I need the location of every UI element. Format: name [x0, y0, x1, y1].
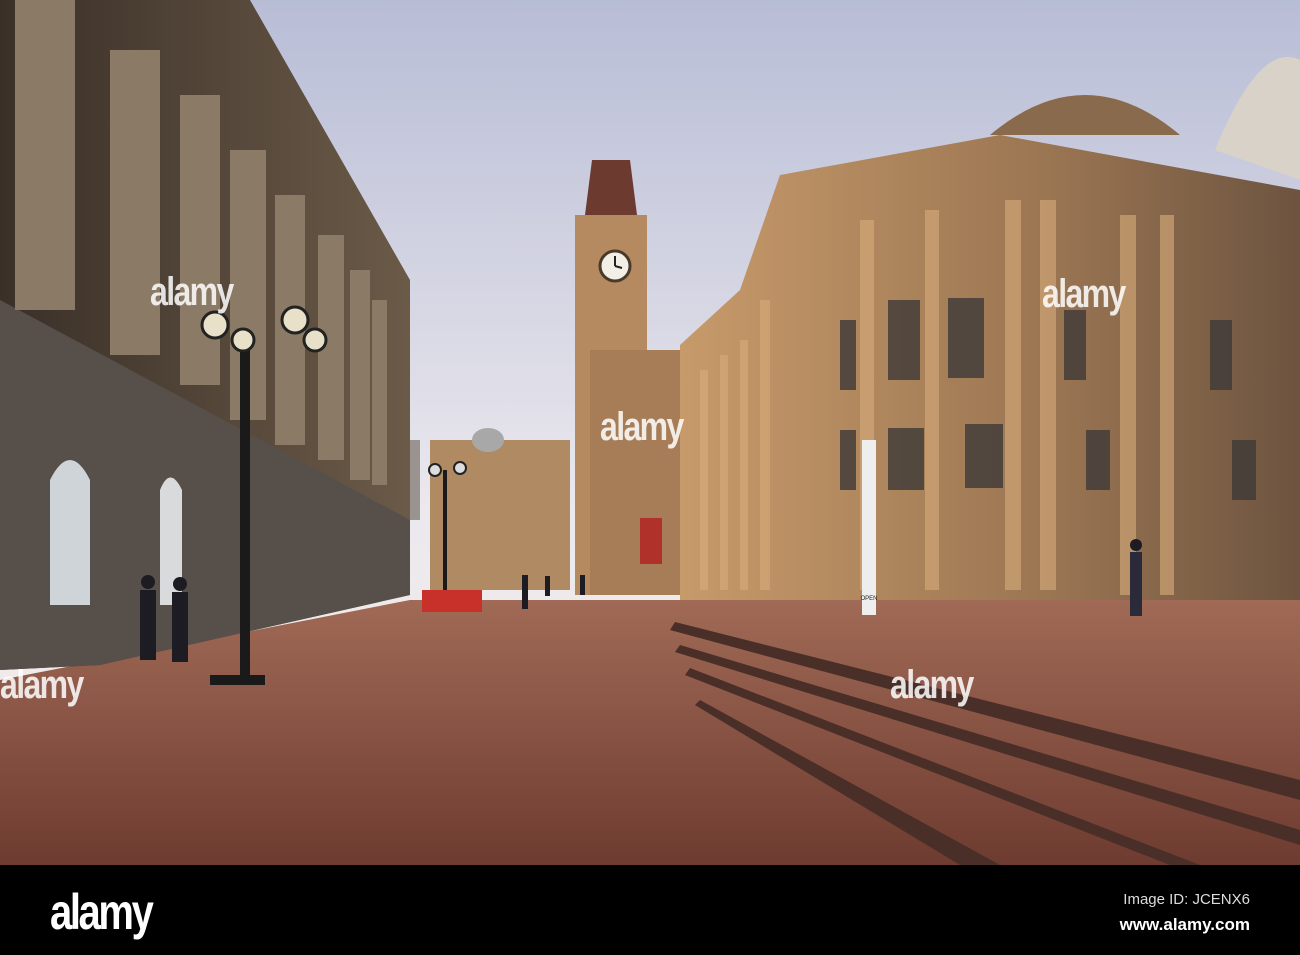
- image-id: Image ID: JCENX6: [1123, 891, 1250, 908]
- watermark: alamy: [890, 663, 974, 707]
- sign-post: [862, 440, 876, 615]
- arched-window: [50, 460, 90, 605]
- banner: [640, 518, 662, 564]
- distant-dome: [472, 428, 504, 452]
- watermark: alamy: [150, 270, 234, 314]
- footer-bar: alamy Image ID: JCENX6 www.alamy.com: [0, 865, 1300, 955]
- stock-photo: OPEN alamy alamy alamy alamy alamy alamy…: [0, 0, 1300, 955]
- watermark: alamy: [1042, 272, 1126, 316]
- watermark: alamy: [0, 663, 84, 707]
- barrier: [422, 590, 482, 612]
- site-url: www.alamy.com: [1119, 915, 1250, 934]
- open-sign: OPEN: [860, 596, 877, 602]
- distant-building: [430, 440, 570, 590]
- alamy-logo: alamy: [50, 884, 154, 940]
- watermark: alamy: [600, 405, 684, 449]
